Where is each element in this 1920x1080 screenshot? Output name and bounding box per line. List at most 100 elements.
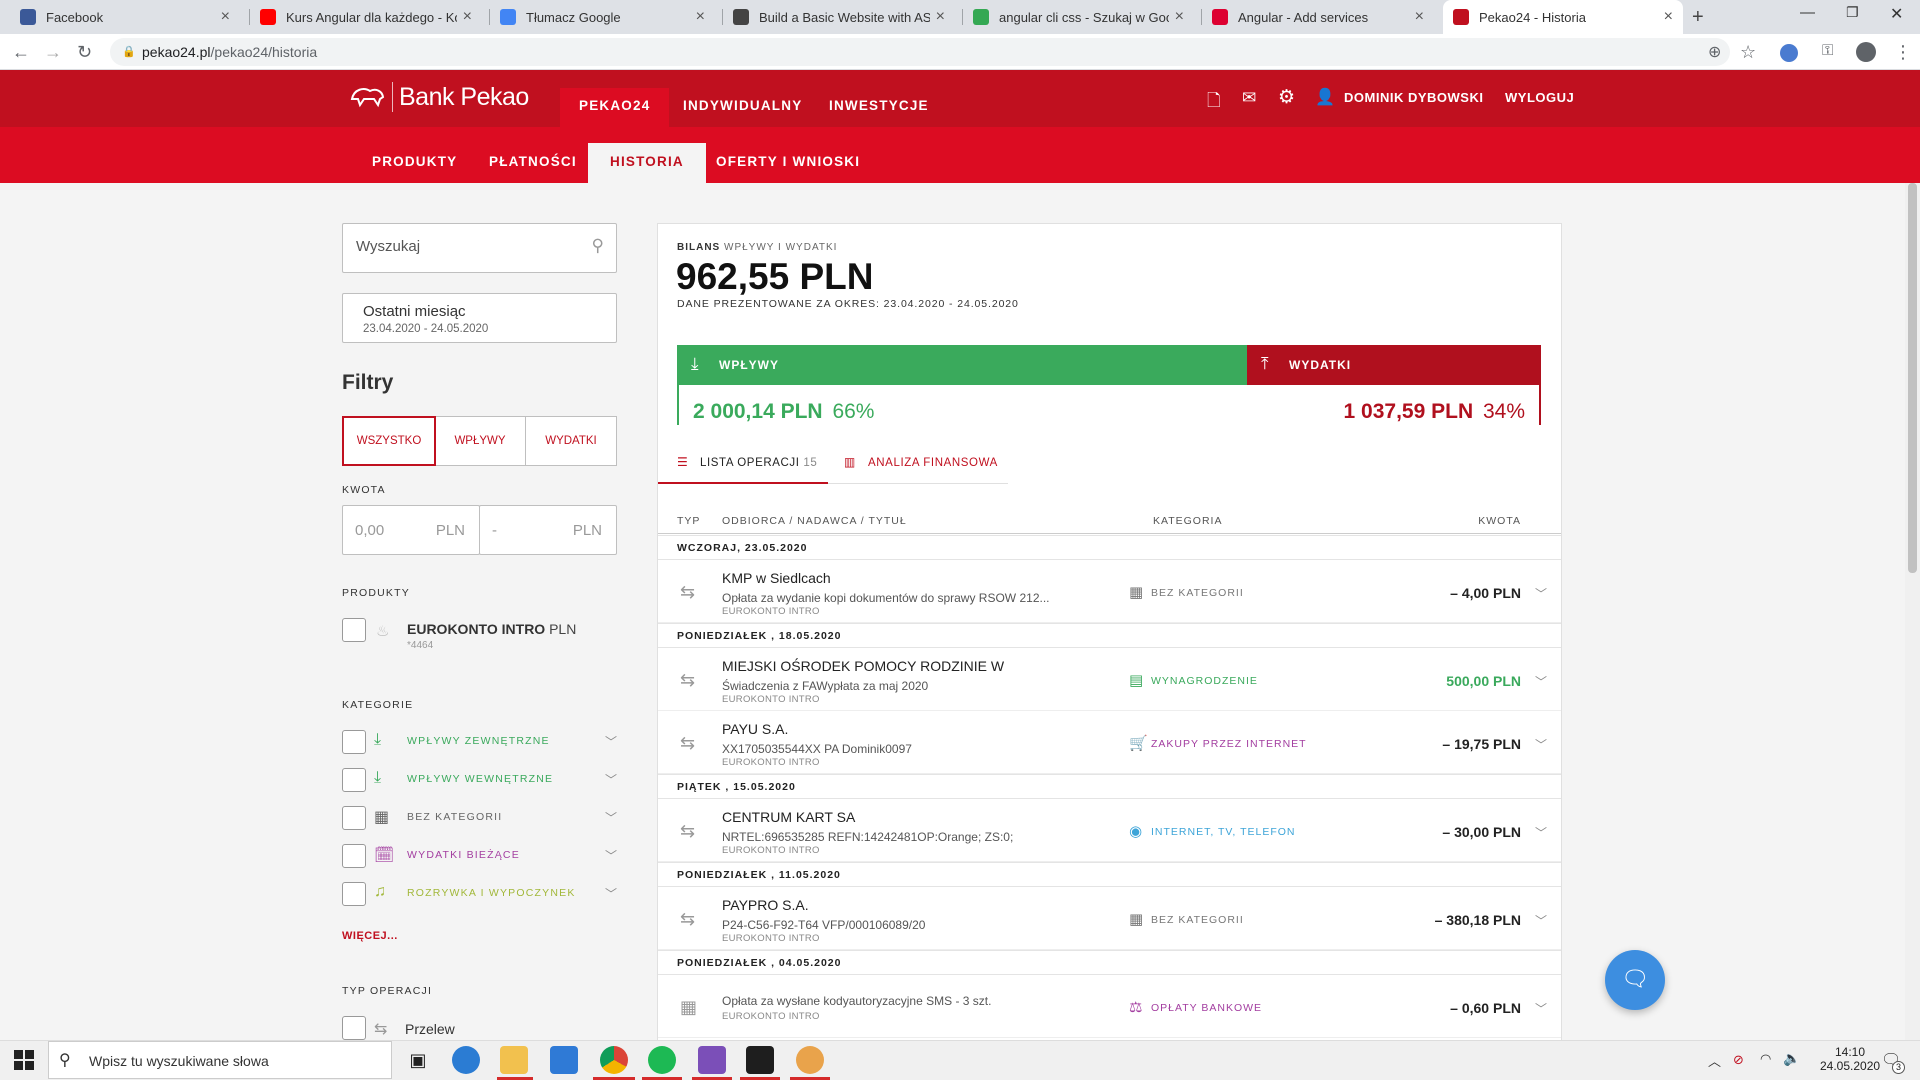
tray-alert-icon[interactable]: ⊘: [1733, 1052, 1744, 1068]
chevron-down-icon[interactable]: ﹀: [605, 733, 617, 750]
profile-avatar-icon[interactable]: [1856, 42, 1876, 62]
operation-row[interactable]: ⇆ PAYU S.A. XX1705035544XX PA Dominik0097 E…: [658, 711, 1561, 774]
tab-close-icon[interactable]: ×: [463, 8, 472, 26]
browser-tab[interactable]: Pekao24 - Historia ×: [1443, 0, 1683, 34]
forward-icon[interactable]: →: [44, 42, 62, 63]
user-name[interactable]: DOMINIK DYBOWSKI: [1344, 90, 1483, 105]
search-icon[interactable]: ⚲: [592, 236, 604, 256]
category-row[interactable]: ♫ ROZRYWKA I WYPOCZYNEK ﹀: [342, 879, 617, 909]
tab-inwestycje[interactable]: INWESTYCJE: [810, 88, 948, 127]
chevron-down-icon[interactable]: ﹀: [1535, 912, 1547, 929]
chevron-down-icon[interactable]: ﹀: [1535, 824, 1547, 841]
tab-close-icon[interactable]: ×: [1664, 8, 1673, 26]
scrollbar-thumb[interactable]: [1908, 183, 1917, 573]
zoom-icon[interactable]: ⊕: [1708, 42, 1721, 62]
settings-gear-icon[interactable]: ⚙: [1278, 86, 1295, 109]
operation-row[interactable]: ⇆ KMP w Siedlcach Opłata za wydanie kopi d…: [658, 560, 1561, 623]
edge-icon[interactable]: [452, 1046, 480, 1074]
browser-tab[interactable]: Facebook ×: [10, 0, 240, 34]
spotify-icon[interactable]: [648, 1046, 676, 1074]
clock[interactable]: 14:10 24.05.2020: [1820, 1045, 1880, 1073]
reload-icon[interactable]: ↻: [77, 42, 92, 63]
optype-checkbox[interactable]: [342, 1016, 366, 1040]
logout-link[interactable]: WYLOGUJ: [1505, 90, 1574, 105]
taskbar-search[interactable]: ⚲ Wpisz tu wyszukiwane słowa: [48, 1041, 392, 1079]
operation-row[interactable]: ⇆ MIEJSKI OŚRODEK POMOCY RODZINIE W Świadc…: [658, 648, 1561, 711]
document-icon[interactable]: 🗋: [1207, 88, 1221, 117]
chevron-down-icon[interactable]: ﹀: [1535, 585, 1547, 602]
back-icon[interactable]: ←: [12, 42, 30, 63]
chevron-down-icon[interactable]: ﹀: [1535, 1000, 1547, 1017]
browser-tab[interactable]: Angular - Add services ×: [1202, 0, 1434, 34]
browser-tab[interactable]: Kurs Angular dla każdego - Komp ×: [250, 0, 482, 34]
filter-expense-button[interactable]: WYDATKI: [526, 417, 616, 465]
subtab-produkty[interactable]: PRODUKTY: [350, 127, 479, 183]
volume-icon[interactable]: 🔈: [1783, 1050, 1800, 1067]
visual-studio-icon[interactable]: [698, 1046, 726, 1074]
windows-start-icon[interactable]: [14, 1050, 34, 1070]
category-checkbox[interactable]: [342, 730, 366, 754]
chevron-down-icon[interactable]: ﹀: [1535, 736, 1547, 753]
user-icon[interactable]: 👤: [1315, 87, 1335, 107]
extension-icon[interactable]: [1780, 44, 1798, 62]
terminal-icon[interactable]: [746, 1046, 774, 1074]
product-checkbox[interactable]: [342, 618, 366, 642]
tab-close-icon[interactable]: ×: [221, 8, 230, 26]
category-row[interactable]: 🗓 WYDATKI BIEŻĄCE ﹀: [342, 841, 617, 871]
chrome-icon[interactable]: [600, 1046, 628, 1074]
file-explorer-icon[interactable]: [500, 1046, 528, 1074]
wifi-icon[interactable]: ◠: [1760, 1051, 1771, 1067]
close-window-icon[interactable]: ✕: [1890, 4, 1903, 24]
chevron-down-icon[interactable]: ﹀: [605, 771, 617, 788]
task-view-icon[interactable]: ▣: [404, 1046, 432, 1074]
chevron-down-icon[interactable]: ﹀: [1535, 673, 1547, 690]
filter-all-button[interactable]: WSZYSTKO: [342, 416, 436, 466]
search-input[interactable]: Wyszukaj ⚲: [342, 223, 617, 273]
filter-income-button[interactable]: WPŁYWY: [435, 417, 526, 465]
tray-chevron-icon[interactable]: ︿: [1708, 1051, 1721, 1070]
browser-tab[interactable]: Build a Basic Website with ASP.N ×: [723, 0, 955, 34]
tab-operations-list[interactable]: ☰ LISTA OPERACJI 15: [658, 442, 828, 484]
key-icon[interactable]: ⚿: [1822, 42, 1833, 59]
category-row[interactable]: ⤓ WPŁYWY ZEWNĘTRZNE ﹀: [342, 727, 617, 757]
tab-close-icon[interactable]: ×: [1415, 8, 1424, 26]
operation-row[interactable]: ▦ Opłata za wysłane kodyautoryzacyjne SMS…: [658, 975, 1561, 1038]
browser-tab[interactable]: angular cli css - Szukaj w Google ×: [963, 0, 1194, 34]
tab-close-icon[interactable]: ×: [936, 8, 945, 26]
chevron-down-icon[interactable]: ﹀: [605, 847, 617, 864]
category-checkbox[interactable]: [342, 806, 366, 830]
amount-to-input[interactable]: - PLN: [479, 505, 617, 555]
more-categories-link[interactable]: WIĘCEJ...: [342, 930, 398, 942]
menu-dots-icon[interactable]: ⋮: [1894, 42, 1912, 63]
tab-close-icon[interactable]: ×: [1175, 8, 1184, 26]
browser-tab[interactable]: Tłumacz Google ×: [490, 0, 715, 34]
category-checkbox[interactable]: [342, 844, 366, 868]
maximize-icon[interactable]: ❐: [1846, 4, 1859, 21]
operation-row[interactable]: ⇆ CENTRUM KART SA NRTEL:696535285 REFN:142…: [658, 799, 1561, 862]
chevron-down-icon[interactable]: ﹀: [605, 885, 617, 902]
new-tab-icon[interactable]: +: [1692, 6, 1704, 29]
tab-close-icon[interactable]: ×: [696, 8, 705, 26]
period-selector[interactable]: Ostatni miesiąc 23.04.2020 - 24.05.2020: [342, 293, 617, 343]
subtab-historia[interactable]: HISTORIA: [588, 143, 706, 183]
url-field[interactable]: 🔒 pekao24.pl/pekao24/historia: [110, 38, 1730, 66]
page-scrollbar[interactable]: [1905, 183, 1920, 1040]
tab-indywidualny[interactable]: INDYWIDUALNY: [664, 88, 821, 127]
bookmark-star-icon[interactable]: ☆: [1740, 42, 1756, 63]
subtab-oferty[interactable]: OFERTY I WNIOSKI: [694, 127, 882, 183]
mail-icon[interactable]: ✉: [1242, 88, 1256, 108]
chat-icon[interactable]: 🗨: [1605, 950, 1665, 1010]
category-row[interactable]: ⤓ WPŁYWY WEWNĘTRZNE ﹀: [342, 765, 617, 795]
paint-icon[interactable]: [796, 1046, 824, 1074]
mail-app-icon[interactable]: [550, 1046, 578, 1074]
operation-row[interactable]: ⇆ PAYPRO S.A. P24-C56-F92-T64 VFP/00010608…: [658, 887, 1561, 950]
tab-pekao24[interactable]: PEKAO24: [560, 88, 670, 127]
amount-from-input[interactable]: 0,00 PLN: [342, 505, 480, 555]
category-checkbox[interactable]: [342, 882, 366, 906]
tab-financial-analysis[interactable]: ▥ ANALIZA FINANSOWA: [828, 442, 1008, 484]
category-checkbox[interactable]: [342, 768, 366, 792]
chevron-down-icon[interactable]: ﹀: [605, 809, 617, 826]
category-row[interactable]: ▦ BEZ KATEGORII ﹀: [342, 803, 617, 833]
minimize-icon[interactable]: —: [1800, 4, 1815, 21]
subtab-platnosci[interactable]: PŁATNOŚCI: [467, 127, 599, 183]
